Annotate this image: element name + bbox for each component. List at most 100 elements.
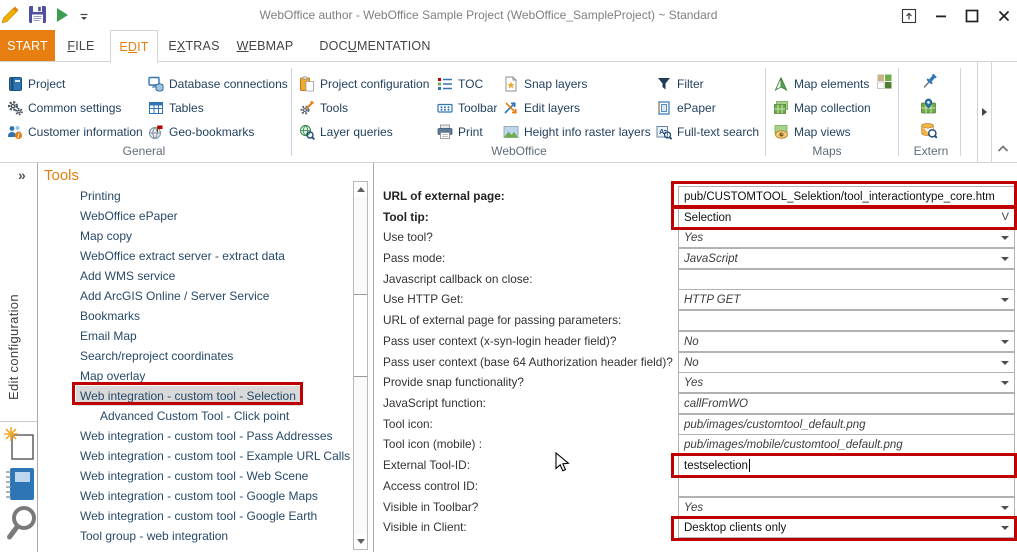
group-separator	[898, 68, 899, 156]
green-arrow-icon[interactable]	[13, 547, 27, 552]
ribbon-item-print[interactable]: Print	[437, 122, 483, 142]
tree-item[interactable]: Email Map	[80, 326, 137, 346]
scroll-down-button[interactable]	[354, 534, 367, 549]
pass-user-context-base64-select[interactable]: No	[678, 352, 1015, 373]
ribbon-item-filter[interactable]: Filter	[656, 74, 704, 94]
pass-user-context-xsyn-select[interactable]: No	[678, 331, 1015, 352]
tree-item[interactable]: Web integration - custom tool - Web Scen…	[80, 466, 308, 486]
dropdown-arrow-icon[interactable]	[1001, 361, 1009, 365]
ribbon-item-toolbar[interactable]: Toolbar	[437, 98, 497, 118]
annotation-external-tool-id	[671, 453, 1017, 478]
form-label: Access control ID:	[383, 479, 479, 493]
tree-item[interactable]: Search/reproject coordinates	[80, 346, 233, 366]
tree-item[interactable]: Map copy	[80, 226, 132, 246]
tree-item[interactable]: Advanced Custom Tool - Click point	[100, 406, 289, 426]
dropdown-arrow-icon[interactable]	[1001, 506, 1009, 510]
tree-item[interactable]: Tool group - web integration	[80, 526, 228, 546]
ribbon-item-map-elements[interactable]: Map elements	[773, 74, 869, 94]
ribbon-group-label-weboffice: WebOffice	[491, 144, 547, 158]
dropdown-arrow-icon[interactable]	[1001, 236, 1009, 240]
form-label: Pass mode:	[383, 251, 446, 265]
window-title: WebOffice author - WebOffice Sample Proj…	[259, 8, 718, 22]
database-search-icon[interactable]	[920, 122, 938, 145]
tool-icon-mobile-input[interactable]: pub/images/mobile/customtool_default.png	[678, 434, 1015, 455]
ribbon-item-full-text-search[interactable]: A Full-text search	[656, 122, 759, 142]
notebook-icon[interactable]	[3, 466, 35, 507]
tab-extras[interactable]: EXTRAS	[166, 30, 222, 62]
form-label: URL of external page for passing paramet…	[383, 313, 622, 327]
ribbon-item-epaper[interactable]: ePaper	[656, 98, 716, 118]
tree-item[interactable]: WebOffice ePaper	[80, 206, 178, 226]
tab-file[interactable]: FILE	[57, 30, 105, 62]
tree-item[interactable]: Web integration - custom tool - Example …	[80, 446, 350, 466]
ribbon-item-map-views[interactable]: Map views	[773, 122, 851, 142]
scroll-up-button[interactable]	[354, 182, 367, 197]
ribbon-display-options-button[interactable]	[900, 7, 918, 25]
rail-divider-line	[0, 421, 37, 422]
ribbon-item-project-configuration[interactable]: Project configuration	[299, 74, 429, 94]
ribbon-item-map-collection[interactable]: Map collection	[773, 98, 871, 118]
form-label: Pass user context (x-syn-login header fi…	[383, 334, 617, 348]
search-icon[interactable]	[4, 504, 38, 549]
ribbon-item-snap-layers[interactable]: Snap layers	[503, 74, 587, 94]
pushpin-icon[interactable]	[918, 72, 940, 99]
dropdown-arrow-icon[interactable]	[1001, 298, 1009, 302]
ribbon-item-customer-information[interactable]: i Customer information	[7, 122, 143, 142]
tree-item[interactable]: Add WMS service	[80, 266, 175, 286]
ribbon-item-common-settings[interactable]: Common settings	[7, 98, 121, 118]
tree-item[interactable]: Printing	[80, 186, 121, 206]
strip-arrow-icon	[982, 108, 987, 116]
collapse-panel-button[interactable]: »	[18, 167, 26, 183]
minimize-button[interactable]	[932, 7, 950, 25]
ribbon-item-layer-queries[interactable]: Layer queries	[299, 122, 393, 142]
provide-snap-functionality-select[interactable]: Yes	[678, 372, 1015, 393]
dropdown-arrow-icon[interactable]	[1001, 381, 1009, 385]
ribbon-item-edit-layers[interactable]: Edit layers	[503, 98, 580, 118]
map-pin-icon[interactable]	[920, 98, 937, 120]
tree-item[interactable]: Bookmarks	[80, 306, 140, 326]
dropdown-arrow-icon[interactable]	[1001, 257, 1009, 261]
epaper-icon	[658, 101, 670, 115]
new-item-icon[interactable]	[2, 426, 36, 467]
pass-mode-select[interactable]: JavaScript	[678, 248, 1015, 269]
annotation-tree-selection	[72, 382, 303, 405]
ribbon-item-database-connections[interactable]: Database connections	[148, 74, 288, 94]
use-tool-select[interactable]: Yes	[678, 227, 1015, 248]
tree-item[interactable]: Web integration - custom tool - Google M…	[80, 486, 318, 506]
scrollbar-thumb[interactable]	[354, 294, 367, 377]
ribbon-item-toc[interactable]: TOC	[437, 74, 483, 94]
tree-item[interactable]: Web integration - custom tool - Google E…	[80, 506, 317, 526]
access-control-id-input[interactable]	[678, 476, 1015, 497]
maximize-button[interactable]	[963, 7, 981, 25]
collapse-ribbon-button[interactable]	[996, 142, 1010, 161]
tool-icon-input[interactable]: pub/images/customtool_default.png	[678, 414, 1015, 435]
group-separator	[765, 68, 766, 156]
tab-start[interactable]: START	[0, 30, 55, 62]
javascript-callback-on-close-input[interactable]	[678, 269, 1015, 290]
snap-layers-icon	[505, 76, 517, 92]
dropdown-arrow-icon[interactable]	[1001, 340, 1009, 344]
tree-item[interactable]: Web integration - custom tool - Pass Add…	[80, 426, 333, 446]
tree-item[interactable]: Add ArcGIS Online / Server Service	[80, 286, 269, 306]
ribbon-item-tables[interactable]: Tables	[148, 98, 204, 118]
javascript-function-input[interactable]: callFromWO	[678, 393, 1015, 414]
visible-in-toolbar-select[interactable]: Yes	[678, 497, 1015, 518]
map-elements-grid-icon[interactable]	[877, 74, 892, 94]
use-http-get-select[interactable]: HTTP GET	[678, 289, 1015, 310]
form-label: Tool icon:	[383, 417, 433, 431]
tab-documentation[interactable]: DOCUMENTATION	[319, 30, 430, 62]
tab-edit[interactable]: EDIT	[110, 30, 158, 63]
tree-item[interactable]: WebOffice extract server - extract data	[80, 246, 285, 266]
tools-gear-wrench-icon	[300, 101, 314, 115]
tab-webmap[interactable]: WEBMAP	[233, 30, 297, 62]
filter-icon	[658, 78, 670, 90]
ribbon-item-project[interactable]: Project	[7, 74, 65, 94]
ribbon-item-tools[interactable]: Tools	[299, 98, 348, 118]
tree-scrollbar[interactable]	[353, 181, 368, 550]
close-button[interactable]	[995, 7, 1013, 25]
ribbon-item-geo-bookmarks[interactable]: Geo-bookmarks	[148, 122, 254, 142]
ribbon-side-strip[interactable]	[977, 62, 992, 162]
ribbon-item-height-info-raster-layers[interactable]: Height info raster layers	[503, 122, 651, 142]
url-for-passing-parameters-input[interactable]	[678, 310, 1015, 331]
ribbon: Project Common settings i Customer inform…	[0, 62, 1017, 163]
